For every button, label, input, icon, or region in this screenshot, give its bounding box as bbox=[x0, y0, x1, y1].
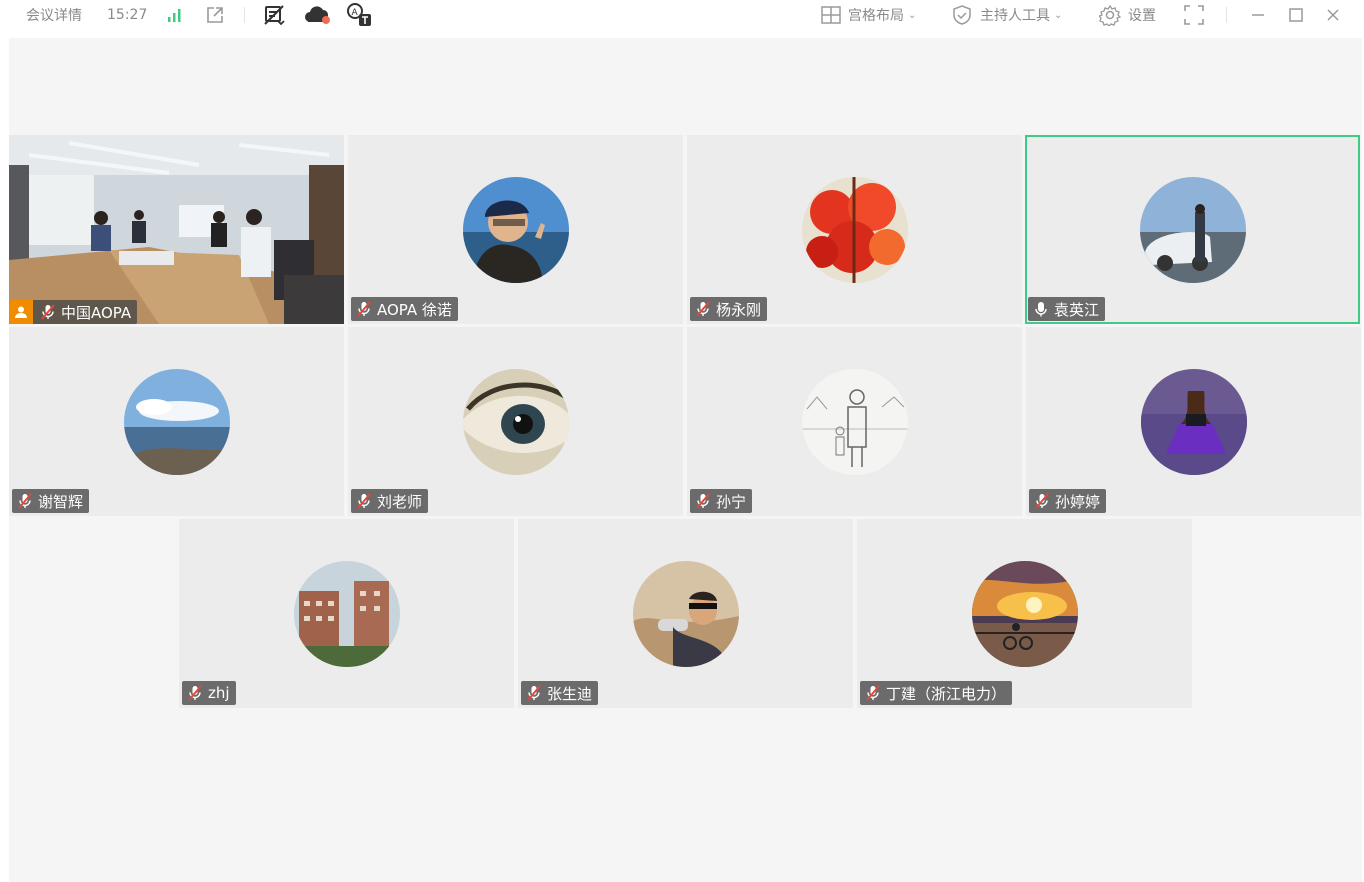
host-tools-button[interactable]: 主持人工具 ⌄ bbox=[951, 0, 1062, 30]
avatar bbox=[462, 369, 569, 475]
mic-muted-icon bbox=[694, 300, 712, 318]
participant-name: 谢智辉 bbox=[38, 492, 84, 511]
title-bar: 会议详情 15:27 A 宫格布局 ⌄ 主持人工具 ⌄ 设置 bbox=[0, 0, 1364, 34]
mic-muted-icon bbox=[186, 684, 204, 702]
signal-icon[interactable] bbox=[166, 0, 184, 30]
mic-muted-icon bbox=[39, 303, 57, 321]
avatar bbox=[123, 369, 230, 475]
avatar bbox=[293, 561, 400, 667]
participant-tile[interactable]: 孙宁 bbox=[687, 327, 1022, 516]
participant-name: 中国AOPA bbox=[61, 303, 132, 322]
participant-tile[interactable]: 中国AOPA bbox=[9, 135, 344, 324]
participant-tile[interactable]: 丁建（浙江电力） bbox=[857, 519, 1192, 708]
minimize-icon[interactable] bbox=[1250, 0, 1266, 30]
mic-muted-icon bbox=[864, 684, 882, 702]
participant-name: 袁英江 bbox=[1054, 300, 1100, 319]
grid-layout-button[interactable]: 宫格布局 ⌄ bbox=[820, 0, 916, 30]
conference-room-video bbox=[9, 135, 344, 324]
mic-muted-icon bbox=[355, 492, 373, 510]
host-tools-label: 主持人工具 bbox=[980, 8, 1050, 24]
gear-icon bbox=[1097, 4, 1122, 27]
participant-tile[interactable]: 谢智辉 bbox=[9, 327, 344, 516]
fullscreen-icon[interactable] bbox=[1183, 0, 1205, 30]
avatar bbox=[1140, 369, 1247, 475]
settings-button[interactable]: 设置 bbox=[1097, 0, 1156, 30]
participant-tile[interactable]: AOPA 徐诺 bbox=[348, 135, 683, 324]
meeting-time: 15:27 bbox=[107, 0, 147, 30]
maximize-icon[interactable] bbox=[1288, 0, 1304, 30]
avatar bbox=[801, 369, 908, 475]
participant-name: zhj bbox=[208, 684, 230, 702]
participant-tile[interactable]: 张生迪 bbox=[518, 519, 853, 708]
shield-icon bbox=[951, 4, 973, 26]
caption-off-icon[interactable] bbox=[262, 0, 286, 30]
avatar bbox=[462, 177, 569, 283]
mic-icon bbox=[1032, 300, 1050, 318]
avatar bbox=[801, 177, 908, 283]
meeting-details-button[interactable]: 会议详情 bbox=[26, 0, 82, 30]
avatar bbox=[632, 561, 739, 667]
participant-name-tag: 丁建（浙江电力） bbox=[860, 681, 1013, 705]
participant-name-tag: 孙婷婷 bbox=[1029, 489, 1107, 513]
chevron-down-icon: ⌄ bbox=[908, 9, 917, 21]
participant-tile[interactable]: 杨永刚 bbox=[687, 135, 1022, 324]
mic-muted-icon bbox=[355, 300, 373, 318]
grid-layout-icon bbox=[820, 5, 842, 25]
toolbar-divider bbox=[1226, 7, 1227, 23]
participant-name-tag: 袁英江 bbox=[1028, 297, 1106, 321]
mic-muted-icon bbox=[694, 492, 712, 510]
participant-tile-active-speaker[interactable]: 袁英江 bbox=[1025, 135, 1360, 324]
participant-tile[interactable]: 刘老师 bbox=[348, 327, 683, 516]
cloud-record-icon[interactable] bbox=[304, 0, 332, 30]
participant-tile[interactable]: 孙婷婷 bbox=[1026, 327, 1361, 516]
participant-name: 刘老师 bbox=[377, 492, 423, 511]
close-icon[interactable] bbox=[1325, 0, 1341, 30]
meeting-details-label: 会议详情 bbox=[26, 8, 82, 24]
participant-name-tag: AOPA 徐诺 bbox=[351, 297, 458, 321]
participant-name: 杨永刚 bbox=[716, 300, 762, 319]
host-icon bbox=[9, 300, 33, 324]
participant-name-tag: 杨永刚 bbox=[690, 297, 768, 321]
share-out-icon[interactable] bbox=[205, 0, 225, 30]
meeting-time-label: 15:27 bbox=[107, 7, 148, 23]
toolbar-divider bbox=[244, 7, 245, 23]
participant-name: 丁建（浙江电力） bbox=[886, 684, 1007, 703]
participant-name-tag: 张生迪 bbox=[521, 681, 599, 705]
participant-name: 孙婷婷 bbox=[1055, 492, 1101, 511]
avatar bbox=[971, 561, 1078, 667]
settings-label: 设置 bbox=[1128, 8, 1156, 24]
avatar bbox=[1139, 177, 1246, 283]
participant-name-tag: 中国AOPA bbox=[9, 300, 138, 324]
participant-name: AOPA 徐诺 bbox=[377, 300, 452, 319]
participant-name-tag: 谢智辉 bbox=[12, 489, 90, 513]
participant-name-tag: zhj bbox=[182, 681, 236, 705]
translate-icon[interactable]: A bbox=[346, 0, 374, 30]
mic-muted-icon bbox=[1033, 492, 1051, 510]
participant-name: 孙宁 bbox=[716, 492, 747, 511]
mic-muted-icon bbox=[16, 492, 34, 510]
participant-name: 张生迪 bbox=[547, 684, 593, 703]
mic-muted-icon bbox=[525, 684, 543, 702]
grid-layout-label: 宫格布局 bbox=[848, 8, 904, 24]
chevron-down-icon: ⌄ bbox=[1054, 9, 1063, 21]
svg-text:A: A bbox=[352, 8, 359, 18]
participant-name-tag: 刘老师 bbox=[351, 489, 429, 513]
participant-tile[interactable]: zhj bbox=[179, 519, 514, 708]
video-grid: 中国AOPA AOPA 徐诺 杨永刚 袁英江 谢智辉 刘老师 孙宁 孙婷婷 zh… bbox=[9, 38, 1362, 882]
participant-name-tag: 孙宁 bbox=[690, 489, 753, 513]
